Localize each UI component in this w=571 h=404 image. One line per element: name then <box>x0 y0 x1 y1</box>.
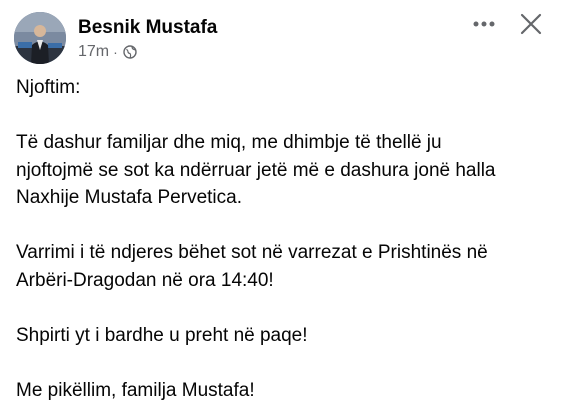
post-paragraph-funeral-details: Varrimi i të ndjeres bëhet sot në varrez… <box>16 242 488 291</box>
more-options-button[interactable] <box>469 12 499 36</box>
meta-separator: · <box>113 44 118 60</box>
post-paragraph-heading: Njoftim: <box>16 77 81 98</box>
more-horizontal-icon <box>473 21 495 27</box>
author-name[interactable]: Besnik Mustafa <box>78 17 217 39</box>
close-icon <box>520 13 542 35</box>
profile-photo-image <box>14 12 66 64</box>
post-paragraph-prayer: Shpirti yt i bardhe u preht në paqe! <box>16 324 308 346</box>
avatar[interactable] <box>14 12 66 64</box>
post-meta: 17m · <box>78 43 137 61</box>
globe-icon[interactable] <box>123 45 137 59</box>
facebook-post: Besnik Mustafa 17m · Njoftim: Të dashur … <box>0 0 571 404</box>
post-body: Njoftim: Të dashur familjar dhe miq, me … <box>16 74 561 404</box>
post-paragraph-announcement: Të dashur familjar dhe miq, me dhimbje t… <box>16 132 496 208</box>
post-paragraph-signature: Me pikëllim, familja Mustafa! <box>16 379 255 401</box>
close-button[interactable] <box>517 10 545 38</box>
post-header: Besnik Mustafa 17m · <box>0 0 571 70</box>
post-time[interactable]: 17m <box>78 43 109 61</box>
